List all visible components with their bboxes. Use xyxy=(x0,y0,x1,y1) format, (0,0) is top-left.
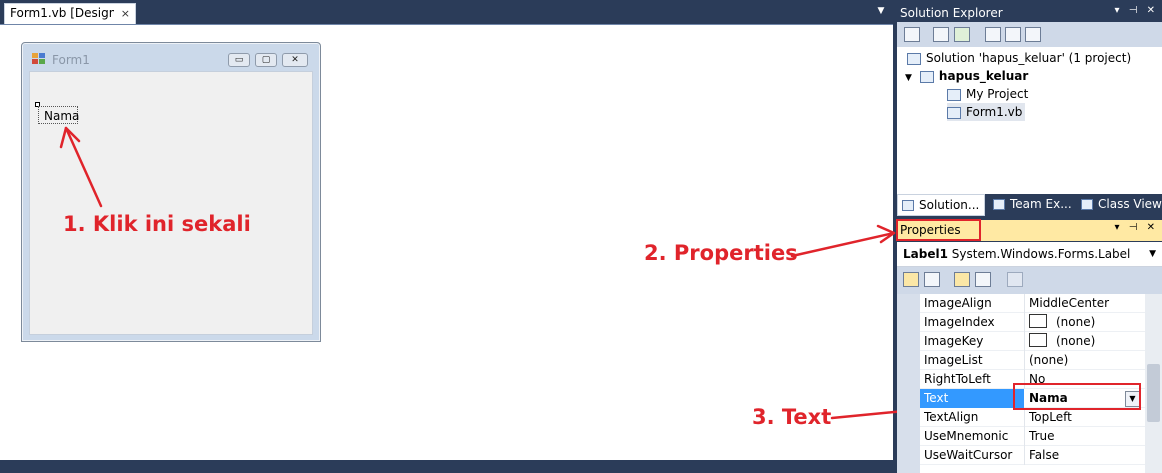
property-name: RightToLeft xyxy=(924,372,991,386)
scrollbar-thumb[interactable] xyxy=(1147,364,1160,422)
solution-explorer-tabs: Solution... Team Ex... Class View xyxy=(897,194,1162,216)
solution-icon xyxy=(907,52,921,65)
image-swatch xyxy=(1029,333,1047,347)
property-name: TextAlign xyxy=(924,410,979,424)
events-lightning-icon[interactable] xyxy=(975,272,991,287)
properties-icon[interactable] xyxy=(904,27,920,42)
panel-pin-close-icons[interactable]: ▾ ⊣ ✕ xyxy=(1115,222,1158,233)
property-row-imagelist[interactable]: ImageList (none) xyxy=(897,351,1145,370)
property-value: (none) xyxy=(1056,315,1096,329)
tab-solution-explorer[interactable]: Solution... xyxy=(897,194,985,216)
solution-explorer-toolbar xyxy=(897,22,1162,47)
team-explorer-icon xyxy=(993,199,1005,210)
property-pages-icon[interactable] xyxy=(1007,272,1023,287)
refresh-icon[interactable] xyxy=(954,27,970,42)
property-name: ImageKey xyxy=(924,334,984,348)
property-name: Text xyxy=(924,391,949,405)
form-file-icon xyxy=(947,106,961,119)
tab-class-view[interactable]: Class View xyxy=(1077,194,1162,216)
property-value[interactable]: MiddleCenter xyxy=(1029,296,1109,310)
property-name: ImageIndex xyxy=(924,315,995,329)
chevron-down-icon[interactable]: ▼ xyxy=(905,73,912,83)
panel-pin-close-icons[interactable]: ▾ ⊣ ✕ xyxy=(1115,5,1158,16)
annotation-highlight-text-value xyxy=(1013,383,1141,410)
solution-explorer-header[interactable]: Solution Explorer ▾ ⊣ ✕ xyxy=(897,3,1162,22)
categorized-icon[interactable] xyxy=(903,272,919,287)
tree-item-solution[interactable]: Solution 'hapus_keluar' (1 project) xyxy=(907,49,1131,67)
view-code-icon[interactable] xyxy=(985,27,1001,42)
object-type: System.Windows.Forms.Label xyxy=(951,247,1131,261)
property-row-usewaitcursor[interactable]: UseWaitCursor False xyxy=(897,446,1145,465)
property-value[interactable]: True xyxy=(1029,429,1055,443)
annotation-step-3: 3. Text xyxy=(752,405,832,429)
class-diagram-icon[interactable] xyxy=(1025,27,1041,42)
tree-item-my-project[interactable]: My Project xyxy=(947,85,1028,103)
property-value[interactable]: (none) xyxy=(1029,353,1068,367)
image-swatch xyxy=(1029,314,1047,328)
property-row-partial xyxy=(897,465,1145,473)
tree-item-project[interactable]: ▼ hapus_keluar xyxy=(905,67,1028,85)
tree-item-form1[interactable]: Form1.vb xyxy=(947,103,1026,121)
my-project-icon xyxy=(947,88,961,101)
property-row-imagekey[interactable]: ImageKey (none) xyxy=(897,332,1145,351)
bottom-panel-strip xyxy=(0,460,893,473)
solution-explorer-icon xyxy=(902,200,914,211)
property-name: ImageAlign xyxy=(924,296,992,310)
property-value[interactable]: False xyxy=(1029,448,1059,462)
tab-team-explorer[interactable]: Team Ex... xyxy=(989,194,1072,216)
properties-toolbar xyxy=(897,267,1162,294)
annotation-step-2: 2. Properties xyxy=(644,241,798,265)
annotation-step-1: 1. Klik ini sekali xyxy=(63,212,251,236)
vb-project-icon xyxy=(919,70,934,83)
view-designer-icon[interactable] xyxy=(1005,27,1021,42)
property-row-imageindex[interactable]: ImageIndex (none) xyxy=(897,313,1145,332)
property-name: UseMnemonic xyxy=(924,429,1009,443)
property-row-textalign[interactable]: TextAlign TopLeft xyxy=(897,408,1145,427)
chevron-down-icon[interactable]: ▼ xyxy=(1149,249,1156,259)
solution-explorer-title: Solution Explorer xyxy=(900,6,1003,20)
object-name: Label1 xyxy=(903,247,948,261)
solution-tree: Solution 'hapus_keluar' (1 project) ▼ hap… xyxy=(897,47,1162,194)
properties-view-icon[interactable] xyxy=(954,272,970,287)
property-value[interactable]: TopLeft xyxy=(1029,410,1072,424)
property-name: ImageList xyxy=(924,353,983,367)
property-name: UseWaitCursor xyxy=(924,448,1013,462)
property-row-usemnemonic[interactable]: UseMnemonic True xyxy=(897,427,1145,446)
show-all-files-icon[interactable] xyxy=(933,27,949,42)
property-row-imagealign[interactable]: ImageAlign MiddleCenter xyxy=(897,294,1145,313)
alphabetical-icon[interactable] xyxy=(924,272,940,287)
annotation-highlight-properties xyxy=(896,219,981,241)
class-view-icon xyxy=(1081,199,1093,210)
properties-object-selector[interactable]: Label1 System.Windows.Forms.Label ▼ xyxy=(897,242,1162,267)
property-value: (none) xyxy=(1056,334,1096,348)
